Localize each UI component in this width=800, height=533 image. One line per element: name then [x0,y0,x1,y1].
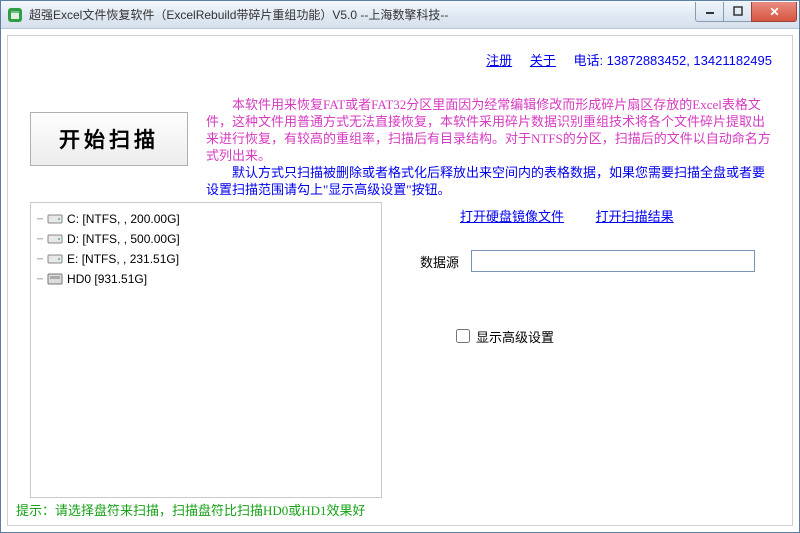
window-controls [696,2,797,22]
about-link[interactable]: 关于 [530,53,556,68]
description-p2: 默认方式只扫描被删除或者格式化后释放出来空间内的表格数据，如果您需要扫描全盘或者… [206,164,772,198]
drive-icon [47,232,63,246]
drive-row[interactable]: ⋯ E: [NTFS, , 231.51G] [35,249,377,269]
description-text: 本软件用来恢复FAT或者FAT32分区里面因为经常编辑修改而形成碎片扇区存放的E… [206,96,772,198]
phone-text: 电话: 13872883452, 13421182495 [573,53,772,68]
register-link[interactable]: 注册 [486,53,512,68]
maximize-button[interactable] [723,2,752,22]
tree-connector-icon: ⋯ [37,274,43,285]
start-scan-button[interactable]: 开始扫描 [30,112,188,166]
app-window: 超强Excel文件恢复软件（ExcelRebuild带碎片重组功能）V5.0 -… [0,0,800,533]
drive-label: C: [NTFS, , 200.00G] [67,212,180,226]
show-advanced-checkbox[interactable] [456,329,470,343]
client-area: 注册 关于 电话: 13872883452, 13421182495 开始扫描 … [1,29,799,532]
show-advanced-label: 显示高级设置 [476,327,554,346]
titlebar: 超强Excel文件恢复软件（ExcelRebuild带碎片重组功能）V5.0 -… [1,1,799,29]
disk-icon [47,272,63,286]
tree-connector-icon: ⋯ [37,254,43,265]
description-p1: 本软件用来恢复FAT或者FAT32分区里面因为经常编辑修改而形成碎片扇区存放的E… [206,96,772,164]
drive-icon [47,212,63,226]
drive-tree[interactable]: ⋯ C: [NTFS, , 200.00G] ⋯ D: [NTFS, , 500… [30,202,382,498]
header-links: 注册 关于 电话: 13872883452, 13421182495 [486,50,772,69]
tree-connector-icon: ⋯ [37,214,43,225]
advanced-row: 显示高级设置 [452,326,554,346]
drive-icon [47,252,63,266]
open-scan-result-link[interactable]: 打开扫描结果 [596,209,674,224]
close-button[interactable] [751,2,797,22]
drive-label: E: [NTFS, , 231.51G] [67,252,179,266]
app-icon [7,7,23,23]
drive-row[interactable]: ⋯ HD0 [931.51G] [35,269,377,289]
window-title: 超强Excel文件恢复软件（ExcelRebuild带碎片重组功能）V5.0 -… [29,6,696,23]
drive-row[interactable]: ⋯ C: [NTFS, , 200.00G] [35,209,377,229]
datasource-label: 数据源 [420,252,459,271]
hint-text: 提示：请选择盘符来扫描，扫描盘符比扫描HD0或HD1效果好 [16,500,366,519]
drive-row[interactable]: ⋯ D: [NTFS, , 500.00G] [35,229,377,249]
middle-links: 打开硬盘镜像文件 打开扫描结果 [460,206,702,225]
drive-label: D: [NTFS, , 500.00G] [67,232,180,246]
start-scan-label: 开始扫描 [59,124,159,154]
main-panel: 注册 关于 电话: 13872883452, 13421182495 开始扫描 … [7,35,793,526]
datasource-input[interactable] [471,250,755,272]
tree-connector-icon: ⋯ [37,234,43,245]
open-disk-image-link[interactable]: 打开硬盘镜像文件 [460,209,564,224]
datasource-row: 数据源 [420,250,755,272]
minimize-button[interactable] [695,2,724,22]
drive-label: HD0 [931.51G] [67,272,147,286]
